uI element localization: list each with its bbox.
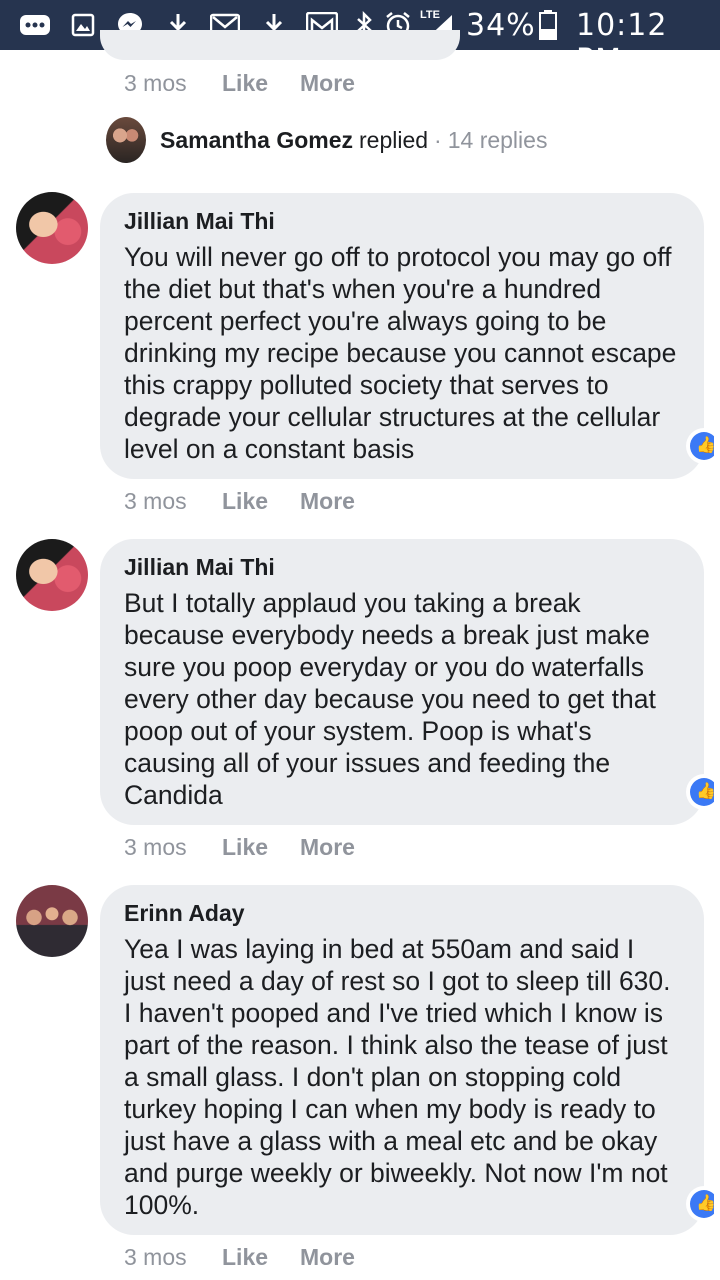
comment-text: Yea I was laying in bed at 550am and sai… [124, 934, 671, 1220]
clock: 10:12 PM [576, 8, 668, 78]
comment-time: 3 mos [124, 1243, 187, 1270]
comment-bubble[interactable]: Jillian Mai Thi You will never go off to… [100, 193, 704, 479]
reaction-badge[interactable]: 👍 [686, 428, 714, 464]
comment-author[interactable]: Jillian Mai Thi [124, 551, 680, 583]
thumbs-up-icon: 👍 [690, 432, 714, 460]
more-button[interactable]: More [300, 1244, 355, 1271]
comment-actions: 3 mos Like More [124, 483, 355, 519]
replies-summary-link[interactable]: Samantha Gomez replied · 14 replies [106, 116, 547, 164]
comment-time: 3 mos [124, 487, 187, 514]
reply-author-name: Samantha Gomez [160, 126, 353, 153]
avatar[interactable] [16, 539, 88, 611]
thumbs-up-icon: 👍 [690, 1190, 714, 1218]
reply-count: 14 replies [447, 126, 548, 153]
comment-actions: 3 mos Like More [124, 1239, 355, 1275]
comment-actions: 3 mos Like More [124, 829, 355, 865]
comment-time: 3 mos [124, 833, 187, 860]
avatar[interactable] [16, 192, 88, 264]
avatar[interactable] [16, 885, 88, 957]
gallery-icon [70, 10, 96, 40]
comment-author[interactable]: Jillian Mai Thi [124, 205, 680, 237]
reply-separator: · [434, 126, 442, 153]
comment-time: 3 mos [124, 69, 187, 96]
like-button[interactable]: Like [222, 834, 300, 861]
previous-comment-bubble [100, 30, 460, 60]
reply-verb: replied [359, 126, 429, 153]
comment-actions: 3 mos Like More [124, 65, 355, 101]
avatar [106, 117, 146, 163]
like-button[interactable]: Like [222, 70, 300, 97]
thumbs-up-icon: 👍 [690, 778, 714, 806]
comment-text: But I totally applaud you taking a break… [124, 588, 656, 810]
comment-bubble[interactable]: Jillian Mai Thi But I totally applaud yo… [100, 539, 704, 825]
battery-icon [538, 10, 558, 40]
comment-text: You will never go off to protocol you ma… [124, 242, 677, 464]
more-button[interactable]: More [300, 488, 355, 515]
like-button[interactable]: Like [222, 488, 300, 515]
more-button[interactable]: More [300, 70, 355, 97]
reaction-badge[interactable]: 👍 [686, 774, 714, 810]
lte-label: LTE [420, 9, 440, 21]
comment-bubble[interactable]: Erinn Aday Yea I was laying in bed at 55… [100, 885, 704, 1235]
like-button[interactable]: Like [222, 1244, 300, 1271]
more-button[interactable]: More [300, 834, 355, 861]
more-dots-icon [18, 10, 52, 40]
comment-author[interactable]: Erinn Aday [124, 897, 680, 929]
reaction-badge[interactable]: 👍 [686, 1186, 714, 1222]
battery-percent: 34% [466, 8, 536, 43]
